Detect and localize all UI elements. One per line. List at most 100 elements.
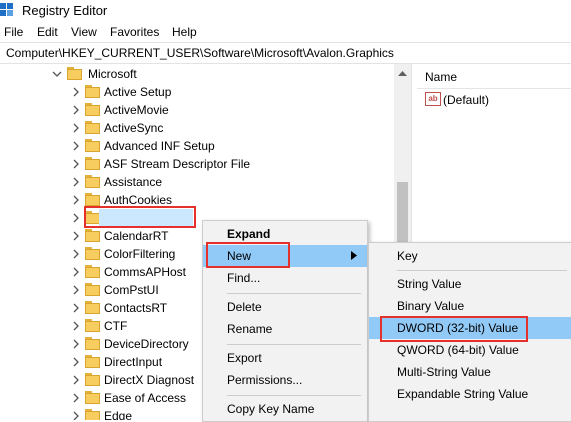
submenu-item-key[interactable]: Key <box>369 245 571 267</box>
scroll-thumb[interactable] <box>397 182 408 242</box>
tree-item-label: Ease of Access <box>104 391 187 405</box>
address-bar[interactable]: Computer\HKEY_CURRENT_USER\Software\Micr… <box>0 42 571 64</box>
address-path[interactable]: Computer\HKEY_CURRENT_USER\Software\Micr… <box>6 46 394 60</box>
menu-separator <box>397 270 567 271</box>
tree-item-label: DirectX Diagnost <box>104 373 195 387</box>
context-item-delete[interactable]: Delete <box>203 296 367 318</box>
tree-item-label: DirectInput <box>104 355 163 369</box>
folder-icon <box>85 373 100 386</box>
chevron-right-icon[interactable] <box>71 321 81 331</box>
folder-icon <box>85 391 100 404</box>
chevron-right-icon[interactable] <box>71 375 81 385</box>
folder-icon <box>85 175 100 188</box>
chevron-right-icon[interactable] <box>71 213 81 223</box>
folder-icon <box>67 67 82 80</box>
folder-icon <box>85 265 100 278</box>
value-name: (Default) <box>443 93 490 107</box>
chevron-right-icon[interactable] <box>71 123 81 133</box>
chevron-right-icon[interactable] <box>71 105 81 115</box>
folder-icon <box>85 139 100 152</box>
chevron-right-icon[interactable] <box>71 285 81 295</box>
folder-icon <box>85 337 100 350</box>
folder-icon <box>85 121 100 134</box>
submenu-item-multi-string-value[interactable]: Multi-String Value <box>369 361 571 383</box>
column-divider <box>417 88 571 89</box>
chevron-right-icon[interactable] <box>71 231 81 241</box>
tree-item[interactable]: ActiveSync <box>0 119 394 137</box>
chevron-right-icon[interactable] <box>71 393 81 403</box>
chevron-right-icon[interactable] <box>71 177 81 187</box>
tree-item-label: Active Setup <box>104 85 172 99</box>
chevron-down-icon[interactable] <box>52 69 62 79</box>
folder-icon <box>85 409 100 420</box>
tree-item-label: CommsAPHost <box>104 265 187 279</box>
chevron-right-icon[interactable] <box>71 249 81 259</box>
tree-item-label: DeviceDirectory <box>104 337 189 351</box>
tree-item[interactable]: Assistance <box>0 173 394 191</box>
chevron-right-icon[interactable] <box>71 87 81 97</box>
annotation-box-avalon <box>84 206 196 228</box>
chevron-right-icon[interactable] <box>71 411 81 420</box>
annotation-box-new <box>206 242 290 268</box>
chevron-right-icon[interactable] <box>71 339 81 349</box>
context-item-copy-key-name[interactable]: Copy Key Name <box>203 398 367 420</box>
folder-icon <box>85 229 100 242</box>
tree-item-label: Assistance <box>104 175 163 189</box>
menu-favorites[interactable]: Favorites <box>110 25 159 39</box>
context-item-export[interactable]: Export <box>203 347 367 369</box>
tree-item[interactable]: ASF Stream Descriptor File <box>0 155 394 173</box>
folder-icon <box>85 85 100 98</box>
menu-bar: File Edit View Favorites Help <box>0 22 571 42</box>
submenu-item-string-value[interactable]: String Value <box>369 273 571 295</box>
folder-icon <box>85 355 100 368</box>
folder-icon <box>85 157 100 170</box>
chevron-right-icon[interactable] <box>71 195 81 205</box>
folder-icon <box>85 103 100 116</box>
folder-icon <box>85 319 100 332</box>
menu-file[interactable]: File <box>4 25 23 39</box>
chevron-right-icon[interactable] <box>71 303 81 313</box>
tree-item-microsoft[interactable]: Microsoft <box>0 65 394 83</box>
menu-separator <box>227 344 361 345</box>
tree-item[interactable]: AuthCookies <box>0 191 394 209</box>
context-item-rename[interactable]: Rename <box>203 318 367 340</box>
chevron-right-icon[interactable] <box>71 267 81 277</box>
submenu-item-expandable-string-value[interactable]: Expandable String Value <box>369 383 571 405</box>
tree-item-label: Advanced INF Setup <box>104 139 215 153</box>
column-header-name[interactable]: Name <box>425 70 457 84</box>
chevron-right-icon[interactable] <box>71 357 81 367</box>
string-value-icon: ab <box>425 92 441 106</box>
annotation-box-dword <box>380 316 528 342</box>
tree-item-label: AuthCookies <box>104 193 173 207</box>
menu-help[interactable]: Help <box>172 25 197 39</box>
folder-icon <box>85 301 100 314</box>
tree-item-label: ASF Stream Descriptor File <box>104 157 251 171</box>
tree-item-label: CTF <box>104 319 128 333</box>
title-bar: Registry Editor <box>0 0 571 22</box>
tree-item[interactable]: Advanced INF Setup <box>0 137 394 155</box>
tree-item[interactable]: Active Setup <box>0 83 394 101</box>
tree-item-label: ContactsRT <box>104 301 168 315</box>
registry-editor-icon <box>0 3 13 16</box>
submenu-arrow-icon <box>351 251 357 260</box>
tree-item-label: ActiveSync <box>104 121 164 135</box>
submenu-item-qword-value[interactable]: QWORD (64-bit) Value <box>369 339 571 361</box>
window-title: Registry Editor <box>22 3 108 18</box>
menu-view[interactable]: View <box>71 25 97 39</box>
chevron-right-icon[interactable] <box>71 159 81 169</box>
tree-item-label: CalendarRT <box>104 229 169 243</box>
tree-item-label: Edge <box>104 409 133 420</box>
tree-item-label: Microsoft <box>88 67 137 81</box>
chevron-right-icon[interactable] <box>71 141 81 151</box>
tree-item-label: ActiveMovie <box>104 103 169 117</box>
folder-icon <box>85 193 100 206</box>
scroll-up-icon[interactable] <box>398 70 407 76</box>
context-item-permissions[interactable]: Permissions... <box>203 369 367 391</box>
context-item-find[interactable]: Find... <box>203 267 367 289</box>
folder-icon <box>85 247 100 260</box>
submenu-item-binary-value[interactable]: Binary Value <box>369 295 571 317</box>
menu-separator <box>227 293 361 294</box>
folder-icon <box>85 283 100 296</box>
tree-item[interactable]: ActiveMovie <box>0 101 394 119</box>
menu-edit[interactable]: Edit <box>37 25 58 39</box>
